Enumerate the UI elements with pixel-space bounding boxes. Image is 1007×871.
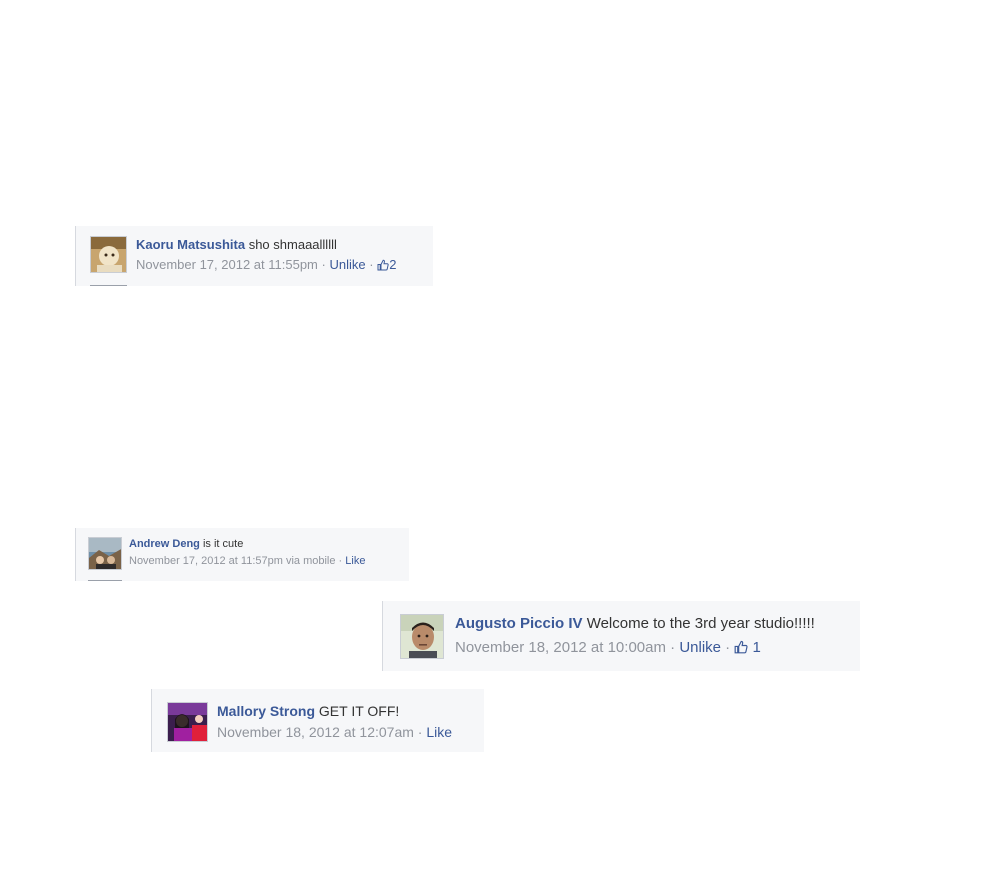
thumbs-up-icon [377,259,389,274]
author-name-link[interactable]: Mallory Strong [217,703,315,719]
reply-divider [90,285,127,286]
unlike-link[interactable]: Unlike [679,639,721,656]
comment-text: sho shmaaallllll [248,237,337,252]
comment-body: Kaoru Matsushita sho shmaaallllll [136,237,337,252]
author-name-link[interactable]: Kaoru Matsushita [136,237,245,252]
timestamp-link[interactable]: November 17, 2012 at 11:55pm [136,257,318,272]
timestamp-link[interactable]: November 18, 2012 at 12:07am [217,724,414,740]
like-link[interactable]: Like [426,724,452,740]
comment: Kaoru Matsushita sho shmaaallllll Novemb… [75,226,433,286]
like-count-link[interactable]: 2 [377,257,396,272]
avatar[interactable] [400,614,444,659]
author-name-link[interactable]: Andrew Deng [129,538,200,550]
avatar[interactable] [90,236,127,273]
separator: · [369,257,374,272]
comment: Augusto Piccio IV Welcome to the 3rd yea… [382,601,860,671]
comment-meta: November 18, 2012 at 10:00am · Unlike · … [455,639,761,658]
comment-meta: November 18, 2012 at 12:07am · Like [217,724,452,740]
separator: · [321,257,326,272]
comment-text: Welcome to the 3rd year studio!!!!! [586,615,815,632]
comment-body: Mallory Strong GET IT OFF! [217,703,399,719]
comment-text: GET IT OFF! [318,703,400,719]
separator: · [670,639,676,656]
comment: Andrew Deng is it cute November 17, 2012… [75,528,409,581]
avatar[interactable] [167,702,208,742]
author-name-link[interactable]: Augusto Piccio IV [455,615,583,632]
like-count: 2 [389,257,397,272]
separator: · [417,724,423,740]
like-link[interactable]: Like [345,555,365,567]
separator: · [725,639,731,656]
comment-body: Andrew Deng is it cute [129,538,243,550]
comment-text: is it cute [202,538,244,550]
comment-meta: November 17, 2012 at 11:57pm via mobile … [129,555,365,567]
reply-divider [88,580,122,581]
thumbs-up-icon [734,640,748,658]
avatar[interactable] [88,537,122,570]
like-count-link[interactable]: 1 [734,639,761,656]
comment-meta: November 17, 2012 at 11:55pm · Unlike · … [136,257,396,274]
like-count: 1 [752,639,761,656]
timestamp-link[interactable]: November 17, 2012 at 11:57pm via mobile [129,555,335,567]
comment-body: Augusto Piccio IV Welcome to the 3rd yea… [455,615,815,632]
comment: Mallory Strong GET IT OFF! November 18, … [151,689,484,752]
timestamp-link[interactable]: November 18, 2012 at 10:00am [455,639,666,656]
separator: · [338,555,343,567]
unlike-link[interactable]: Unlike [329,257,365,272]
